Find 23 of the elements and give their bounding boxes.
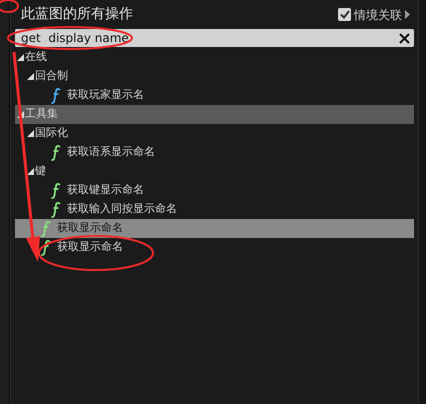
- category-label[interactable]: 工具集: [25, 106, 58, 123]
- function-item[interactable]: 获取键显示命名: [67, 182, 144, 199]
- function-item[interactable]: 获取输入同按显示命名: [67, 201, 177, 218]
- category-label[interactable]: 键: [35, 163, 46, 180]
- search-field[interactable]: get display name: [15, 29, 414, 47]
- checkbox[interactable]: [338, 8, 351, 21]
- close-icon[interactable]: [399, 32, 410, 44]
- category-label[interactable]: 国际化: [35, 125, 68, 142]
- function-item[interactable]: 获取玩家显示名: [67, 87, 144, 104]
- function-item[interactable]: 获取显示命名: [57, 220, 123, 237]
- expanded-triangle-icon[interactable]: [27, 168, 34, 175]
- category-label[interactable]: 在线: [25, 49, 47, 66]
- expanded-triangle-icon[interactable]: [27, 130, 34, 137]
- expanded-triangle-icon[interactable]: [17, 54, 24, 61]
- menu-title: 此蓝图的所有操作: [21, 5, 133, 24]
- expanded-triangle-icon[interactable]: [27, 73, 34, 80]
- context-sensitive-label: 情境关联: [354, 6, 402, 24]
- category-label[interactable]: 回合制: [35, 68, 68, 85]
- function-item[interactable]: 获取显示命名: [57, 239, 123, 256]
- selected-row[interactable]: 获取显示命名: [15, 219, 414, 238]
- function-item[interactable]: 获取语系显示命名: [67, 144, 155, 161]
- hovered-row[interactable]: 工具集: [15, 105, 414, 124]
- expand-arrow-icon[interactable]: [405, 10, 410, 19]
